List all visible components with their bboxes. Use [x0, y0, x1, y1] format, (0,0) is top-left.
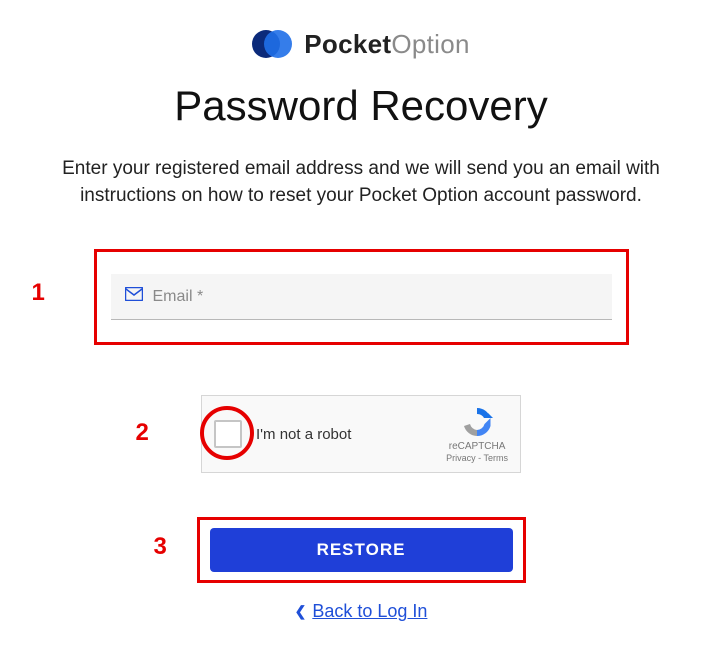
annotation-3: 3 [154, 533, 167, 561]
email-input-wrapper [111, 274, 612, 320]
password-recovery-page: PocketOption Password Recovery Enter you… [0, 0, 722, 622]
email-field[interactable] [153, 274, 598, 319]
recaptcha-checkbox-wrap [214, 420, 242, 448]
email-region: 1 [94, 249, 629, 345]
logo-icon [252, 28, 294, 60]
back-link-row: ❮ Back to Log In [0, 601, 722, 622]
submit-section: 3 RESTORE [94, 517, 629, 583]
back-to-login-link[interactable]: Back to Log In [312, 601, 427, 622]
restore-highlight-box: RESTORE [197, 517, 526, 583]
annotation-1: 1 [32, 279, 45, 307]
recaptcha-links[interactable]: Privacy - Terms [446, 453, 508, 463]
logo-light: Option [391, 29, 469, 59]
annotation-circle [200, 406, 254, 460]
recaptcha-section: 2 I'm not a robot reCAPTCHA Privacy - Te… [94, 395, 629, 473]
logo-bold: Pocket [304, 29, 391, 59]
recaptcha-widget: I'm not a robot reCAPTCHA Privacy - Term… [201, 395, 521, 473]
restore-button[interactable]: RESTORE [210, 528, 513, 572]
logo-text: PocketOption [304, 29, 469, 60]
page-title: Password Recovery [0, 82, 722, 130]
recaptcha-branding: reCAPTCHA Privacy - Terms [446, 405, 508, 463]
recaptcha-logo-icon [460, 405, 494, 439]
email-highlight-box [94, 249, 629, 345]
envelope-icon [125, 287, 143, 306]
chevron-left-icon: ❮ [295, 603, 307, 620]
recaptcha-brand-text: reCAPTCHA [446, 441, 508, 452]
instructions-text: Enter your registered email address and … [0, 156, 722, 209]
brand-logo: PocketOption [0, 28, 722, 60]
annotation-2: 2 [136, 419, 149, 447]
recaptcha-label: I'm not a robot [256, 426, 351, 443]
